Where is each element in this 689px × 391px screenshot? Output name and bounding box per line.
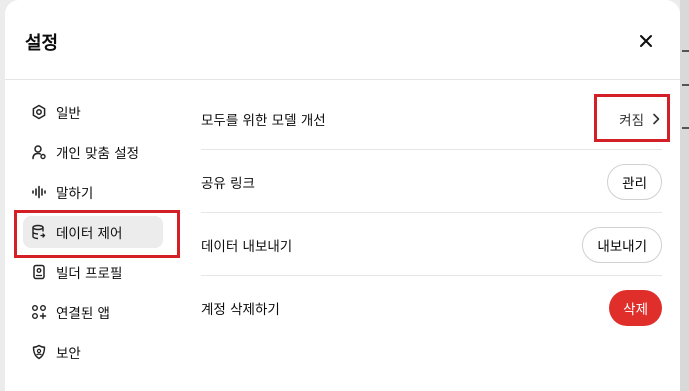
setting-label: 모두를 위한 모델 개선 (201, 112, 326, 129)
apps-grid-icon (31, 304, 47, 320)
id-card-icon (31, 264, 47, 280)
sidebar-item-label: 빌더 프로필 (56, 266, 123, 282)
sidebar-item-security[interactable]: 보안 (23, 336, 163, 368)
sidebar-item-personalization[interactable]: 개인 맞춤 설정 (23, 136, 163, 168)
sidebar-item-label: 데이터 제어 (56, 226, 123, 242)
close-button[interactable] (635, 30, 657, 52)
export-button[interactable]: 내보내기 (582, 226, 662, 263)
sidebar-item-speech[interactable]: 말하기 (23, 176, 163, 208)
backdrop-mark (682, 127, 689, 129)
backdrop-mark (682, 50, 689, 52)
backdrop-mark (682, 84, 689, 86)
backdrop (680, 0, 689, 391)
delete-button[interactable]: 삭제 (609, 290, 662, 326)
settings-dialog: 설정 일반 개인 맞춤 설정 말하기 데이터 제어 빌더 프로필 연결된 앱 보… (5, 0, 680, 391)
setting-row-delete-account: 계정 삭제하기 삭제 (201, 277, 662, 339)
personalization-icon (31, 144, 47, 160)
manage-button[interactable]: 관리 (607, 163, 662, 200)
dialog-header: 설정 (5, 0, 680, 80)
setting-label: 데이터 내보내기 (201, 238, 293, 255)
gear-icon (31, 104, 47, 120)
shield-icon (31, 344, 47, 360)
database-icon (31, 224, 47, 240)
improve-model-toggle[interactable]: 켜짐 (611, 103, 662, 135)
setting-label: 공유 링크 (201, 175, 255, 192)
setting-row-shared-links: 공유 링크 관리 (201, 151, 662, 213)
sidebar-item-general[interactable]: 일반 (23, 96, 163, 128)
chevron-right-icon (652, 113, 660, 125)
setting-row-improve-model: 모두를 위한 모델 개선 켜짐 (201, 88, 662, 150)
sidebar-item-data-controls[interactable]: 데이터 제어 (23, 216, 163, 248)
toggle-status: 켜짐 (619, 112, 644, 129)
sidebar-item-label: 보안 (56, 346, 81, 362)
sidebar-item-label: 개인 맞춤 설정 (56, 146, 140, 162)
sidebar-item-connected-apps[interactable]: 연결된 앱 (23, 296, 163, 328)
sidebar-item-label: 연결된 앱 (56, 306, 110, 322)
sidebar-item-label: 일반 (56, 106, 81, 122)
sidebar-item-label: 말하기 (56, 186, 94, 202)
setting-row-export-data: 데이터 내보내기 내보내기 (201, 214, 662, 276)
dialog-title: 설정 (25, 33, 59, 54)
close-icon (640, 35, 652, 47)
waveform-icon (31, 184, 47, 200)
sidebar-item-builder-profile[interactable]: 빌더 프로필 (23, 256, 163, 288)
setting-label: 계정 삭제하기 (201, 302, 280, 318)
